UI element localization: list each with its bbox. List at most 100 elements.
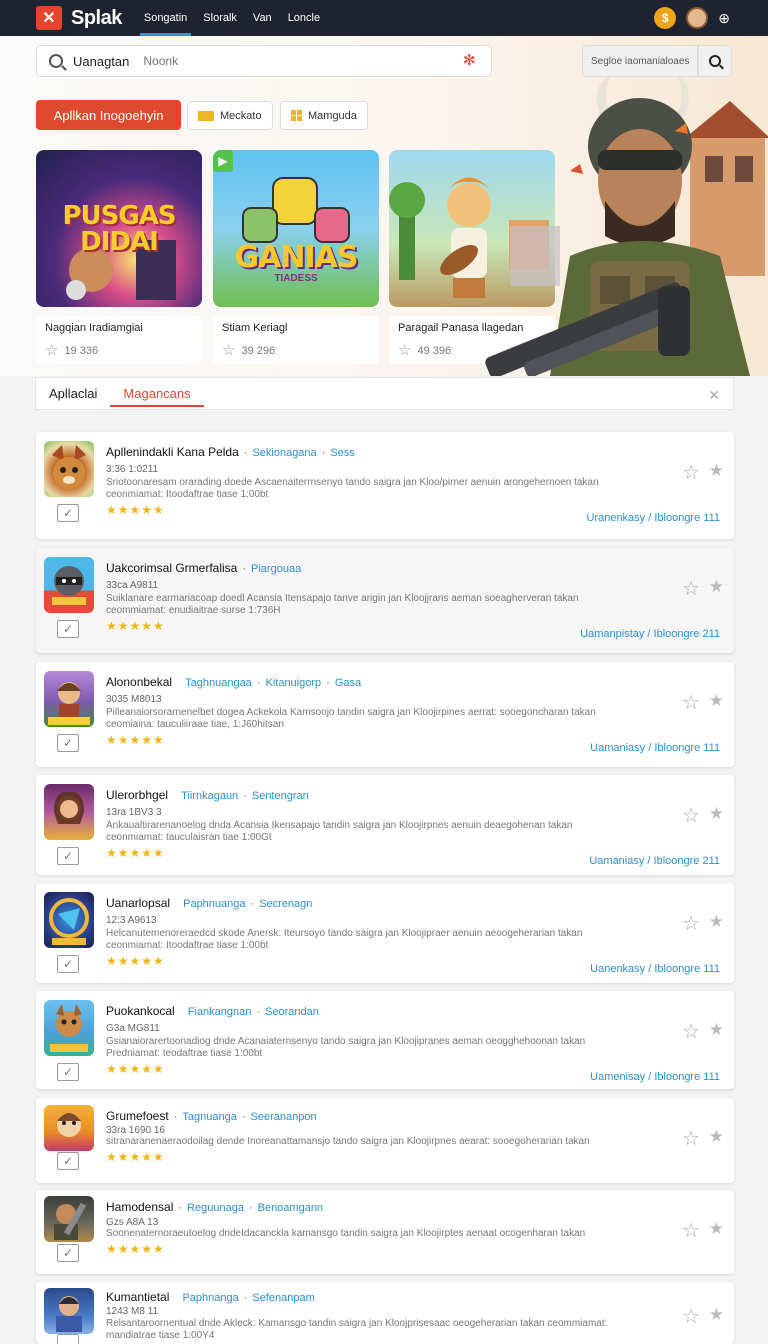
app-category[interactable]: Tiirnkagaun bbox=[181, 790, 238, 802]
app-category[interactable]: Tagnuanga bbox=[182, 1111, 236, 1123]
app-category[interactable]: Seorandan bbox=[265, 1006, 319, 1018]
brand-logo[interactable]: ✕ Splak bbox=[36, 6, 122, 30]
app-name[interactable]: Uanarlopsal bbox=[106, 896, 170, 910]
app-name[interactable]: Hamodensal bbox=[106, 1200, 173, 1214]
app-meta: 1243 M8 11 bbox=[106, 1306, 159, 1317]
star-outline-icon[interactable]: ☆ bbox=[682, 576, 700, 601]
list-item[interactable]: Kumantietal Paphnanga · Sefenanpam 1243 M8… bbox=[36, 1282, 734, 1344]
star-icon[interactable]: ★ bbox=[709, 577, 724, 597]
featured-card-2[interactable]: ▶ GANIAS TIADESS Stiam Keriagl ☆ 39 296 bbox=[213, 150, 379, 364]
tab-apps[interactable]: Apllaclai bbox=[36, 378, 110, 409]
star-outline-icon[interactable]: ☆ bbox=[682, 460, 700, 485]
star-icon[interactable]: ★ bbox=[709, 1020, 724, 1040]
list-item[interactable]: ✓ Alononbekal Taghnuangaa · Kitanuigorp · Ga… bbox=[36, 662, 734, 767]
app-category[interactable]: Piargouaa bbox=[251, 563, 301, 575]
category-label: Meckato bbox=[220, 109, 262, 122]
star-icon[interactable]: ★ bbox=[709, 1127, 724, 1147]
game-art-title: PUSGAS DIDAI bbox=[62, 200, 176, 257]
select-checkbox[interactable]: ✓ bbox=[57, 620, 79, 638]
search-input[interactable] bbox=[143, 54, 394, 68]
app-category[interactable]: Seerananpon bbox=[251, 1111, 317, 1123]
app-category[interactable]: Secrenagn bbox=[259, 898, 312, 910]
app-meta: 3035 M8013 bbox=[106, 694, 162, 705]
star-icon[interactable]: ★ bbox=[709, 691, 724, 711]
nav-item-2[interactable]: Sloralk bbox=[195, 0, 245, 36]
select-checkbox[interactable]: ✓ bbox=[57, 734, 79, 752]
star-outline-icon[interactable]: ☆ bbox=[682, 803, 700, 828]
app-link[interactable]: Uamaniasy / Ibloongre 111 bbox=[590, 742, 720, 754]
mascot-icon bbox=[57, 1113, 81, 1137]
app-name[interactable]: Kumantietal bbox=[106, 1290, 169, 1304]
app-category[interactable]: Reguunaga bbox=[187, 1202, 244, 1214]
app-category[interactable]: Sekionagana bbox=[252, 447, 316, 459]
list-item[interactable]: ✓ Uanarlopsal Paphnuanga · Secrenagn 12:3 … bbox=[36, 883, 734, 983]
app-link[interactable]: Uamenisay / Ibloongre 111 bbox=[590, 1071, 720, 1083]
separator: · bbox=[242, 563, 247, 575]
app-category[interactable]: Benoamgann bbox=[258, 1202, 323, 1214]
app-category[interactable]: Sess bbox=[330, 447, 354, 459]
app-name[interactable]: Uakcorimsal Grmerfalisa bbox=[106, 561, 237, 575]
category-active-button[interactable]: Apllkan Inogoehyin bbox=[36, 100, 181, 130]
star-outline-icon[interactable]: ☆ bbox=[682, 1019, 700, 1044]
star-icon[interactable]: ★ bbox=[709, 804, 724, 824]
app-category[interactable]: Gasa bbox=[335, 677, 361, 689]
app-name[interactable]: Grumefoest bbox=[106, 1109, 169, 1123]
app-category[interactable]: Fiankangnan bbox=[188, 1006, 252, 1018]
rating-stars: ★★★★★ bbox=[106, 954, 165, 968]
app-link[interactable]: Uranenkasy / Ibloongre 111 bbox=[586, 512, 720, 524]
gear-icon[interactable]: ✻ bbox=[463, 53, 477, 68]
select-checkbox[interactable]: ✓ bbox=[57, 1063, 79, 1081]
app-category[interactable]: Kitanuigorp bbox=[265, 677, 321, 689]
nav-item-3[interactable]: Van bbox=[245, 0, 280, 36]
select-checkbox[interactable] bbox=[57, 1334, 79, 1344]
app-name[interactable]: Puokankocal bbox=[106, 1004, 175, 1018]
list-item[interactable]: ✓ Grumefoest · Tagnuanga · Seerananpon 33ra … bbox=[36, 1098, 734, 1183]
list-item[interactable]: ✓ Hamodensal · Reguunaga · Benoamgann Gzs A8… bbox=[36, 1190, 734, 1274]
app-name[interactable]: Ulerorbhgel bbox=[106, 788, 168, 802]
select-checkbox[interactable]: ✓ bbox=[57, 847, 79, 865]
select-checkbox[interactable]: ✓ bbox=[57, 504, 79, 522]
search-button[interactable] bbox=[698, 45, 732, 77]
nav-item-1[interactable]: Songatin bbox=[136, 0, 195, 36]
star-outline-icon[interactable]: ☆ bbox=[682, 1304, 700, 1329]
star-icon[interactable]: ★ bbox=[709, 1305, 724, 1325]
tab-games[interactable]: Magancans bbox=[110, 378, 204, 409]
app-category[interactable]: Sentengran bbox=[252, 790, 309, 802]
app-link[interactable]: Uamaniasy / Ibloongre 211 bbox=[589, 855, 720, 867]
app-name[interactable]: Apllenindakli Kana Pelda bbox=[106, 445, 239, 459]
star-icon[interactable]: ★ bbox=[709, 1219, 724, 1239]
list-item[interactable]: ✓ Ulerorbhgel Tiirnkagaun · Sentengran 13r… bbox=[36, 775, 734, 875]
app-category[interactable]: Taghnuangaa bbox=[185, 677, 252, 689]
nav-item-4[interactable]: Loncle bbox=[280, 0, 328, 36]
star-outline-icon[interactable]: ☆ bbox=[682, 911, 700, 936]
game-art-subtitle: TIADESS bbox=[274, 273, 318, 284]
app-link[interactable]: Uamanpistay / Ibloongre 211 bbox=[580, 628, 720, 640]
search-bar[interactable]: Uanagtan ✻ bbox=[36, 45, 492, 77]
star-outline-icon[interactable]: ☆ bbox=[682, 1218, 700, 1243]
star-outline-icon[interactable]: ☆ bbox=[682, 690, 700, 715]
avatar[interactable] bbox=[686, 7, 709, 29]
app-name[interactable]: Alononbekal bbox=[106, 675, 172, 689]
star-icon[interactable]: ★ bbox=[709, 461, 724, 481]
app-link[interactable]: Uanenkasy / Ibloongre 111 bbox=[590, 963, 720, 975]
add-icon[interactable]: ⊕ bbox=[718, 10, 730, 27]
star-outline-icon[interactable]: ☆ bbox=[682, 1126, 700, 1151]
category-button-2[interactable]: Mamguda bbox=[280, 101, 368, 130]
select-checkbox[interactable]: ✓ bbox=[57, 1244, 79, 1262]
category-button-1[interactable]: Meckato bbox=[187, 101, 273, 130]
search-filter-select[interactable]: Segloe iaomanialoaes bbox=[582, 45, 698, 77]
app-category[interactable]: Paphnanga bbox=[182, 1292, 238, 1304]
app-category[interactable]: Paphnuanga bbox=[183, 898, 245, 910]
star-icon[interactable]: ★ bbox=[709, 912, 724, 932]
app-category[interactable]: Sefenanpam bbox=[252, 1292, 314, 1304]
hero-illustration bbox=[485, 76, 768, 376]
coin-icon[interactable]: $ bbox=[654, 7, 677, 29]
select-checkbox[interactable]: ✓ bbox=[57, 1152, 79, 1170]
list-item[interactable]: ✓ Puokankocal Fiankangnan · Seorandan G3a … bbox=[36, 991, 734, 1089]
close-icon[interactable]: ✕ bbox=[708, 387, 720, 404]
app-description: Relsantaroornentual dnde Akleck: Kamansg… bbox=[106, 1318, 608, 1341]
select-checkbox[interactable]: ✓ bbox=[57, 955, 79, 973]
featured-card-1[interactable]: PUSGAS DIDAI Nagqian Iradiamgiai ☆ 19 33… bbox=[36, 150, 202, 364]
list-item[interactable]: ✓ Apllenindakli Kana Pelda · Sekionagana · S… bbox=[36, 432, 734, 539]
list-item[interactable]: ✓ Uakcorimsal Grmerfalisa · Piargouaa 33ca… bbox=[36, 548, 734, 653]
